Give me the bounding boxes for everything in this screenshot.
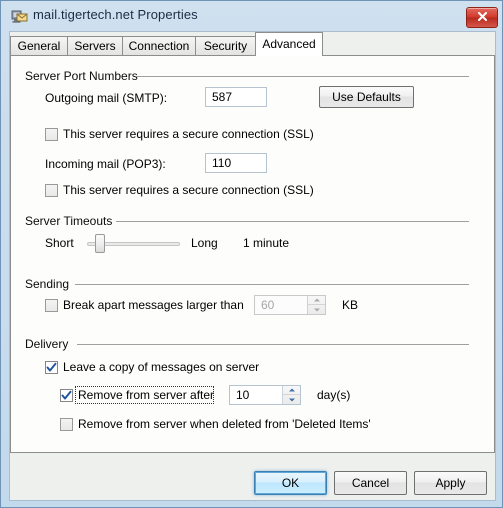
remove-after-checkbox[interactable]: [60, 389, 73, 402]
leave-copy-label: Leave a copy of messages on server: [63, 360, 260, 374]
message-size-increment-button[interactable]: [308, 296, 325, 305]
remove-after-days-increment-button[interactable]: [283, 386, 300, 395]
apply-button[interactable]: Apply: [414, 471, 487, 495]
group-label-server-port-numbers: Server Port Numbers: [25, 69, 144, 83]
incoming-ssl-checkbox[interactable]: [45, 184, 58, 197]
group-divider-delivery: [77, 344, 469, 345]
ok-button[interactable]: OK: [254, 471, 327, 495]
remove-after-days-value: 10: [236, 388, 250, 402]
incoming-mail-label: Incoming mail (POP3):: [45, 157, 166, 171]
tab-security[interactable]: Security: [195, 36, 256, 56]
timeout-short-label: Short: [45, 236, 74, 250]
title-bar: mail.tigertech.net Properties: [2, 2, 503, 31]
tab-general[interactable]: General: [10, 36, 68, 56]
timeout-long-label: Long: [191, 236, 218, 250]
group-label-sending: Sending: [25, 277, 76, 291]
group-divider-server-port-numbers: [136, 76, 469, 77]
remove-after-days-decrement-button[interactable]: [283, 395, 300, 404]
leave-copy-checkbox[interactable]: [45, 361, 58, 374]
cancel-button[interactable]: Cancel: [334, 471, 407, 495]
remove-after-days-unit-label: day(s): [317, 388, 351, 402]
outgoing-ssl-label: This server requires a secure connection…: [63, 127, 314, 141]
remove-after-days-spinner[interactable]: 10: [229, 385, 301, 405]
break-apart-checkbox[interactable]: [45, 299, 58, 312]
message-size-spinner[interactable]: 60: [254, 295, 326, 315]
break-apart-label: Break apart messages larger than: [63, 298, 244, 312]
window-title: mail.tigertech.net Properties: [33, 7, 198, 22]
close-button[interactable]: [466, 7, 498, 28]
incoming-ssl-label: This server requires a secure connection…: [63, 183, 314, 197]
outgoing-port-input[interactable]: 587: [205, 87, 267, 107]
group-divider-server-timeouts: [116, 221, 469, 222]
use-defaults-button[interactable]: Use Defaults: [319, 86, 414, 108]
remove-when-deleted-label: Remove from server when deleted from 'De…: [78, 417, 371, 431]
message-size-value: 60: [261, 298, 275, 312]
incoming-port-input[interactable]: 110: [205, 153, 267, 173]
tab-connection[interactable]: Connection: [122, 36, 196, 56]
remove-after-days-spinner-arrows[interactable]: [282, 386, 300, 404]
mail-account-icon: [11, 8, 28, 25]
group-divider-sending: [75, 284, 469, 285]
message-size-decrement-button[interactable]: [308, 305, 325, 314]
remove-when-deleted-checkbox[interactable]: [60, 418, 73, 431]
remove-after-label: Remove from server after: [78, 388, 215, 402]
tab-servers[interactable]: Servers: [67, 36, 123, 56]
tab-advanced[interactable]: Advanced: [255, 32, 323, 56]
timeout-slider-thumb[interactable]: [95, 234, 105, 253]
group-label-delivery: Delivery: [25, 337, 75, 351]
group-label-server-timeouts: Server Timeouts: [25, 214, 119, 228]
message-size-spinner-arrows[interactable]: [307, 296, 325, 314]
tab-strip: General Servers Connection Security Adva…: [10, 32, 495, 56]
outgoing-mail-label: Outgoing mail (SMTP):: [45, 91, 168, 105]
outgoing-ssl-checkbox[interactable]: [45, 128, 58, 141]
timeout-value-label: 1 minute: [243, 236, 290, 250]
advanced-tab-panel: Server Port Numbers Outgoing mail (SMTP)…: [10, 55, 495, 453]
message-size-unit-label: KB: [342, 298, 359, 312]
properties-window: mail.tigertech.net Properties General Se…: [0, 0, 503, 508]
